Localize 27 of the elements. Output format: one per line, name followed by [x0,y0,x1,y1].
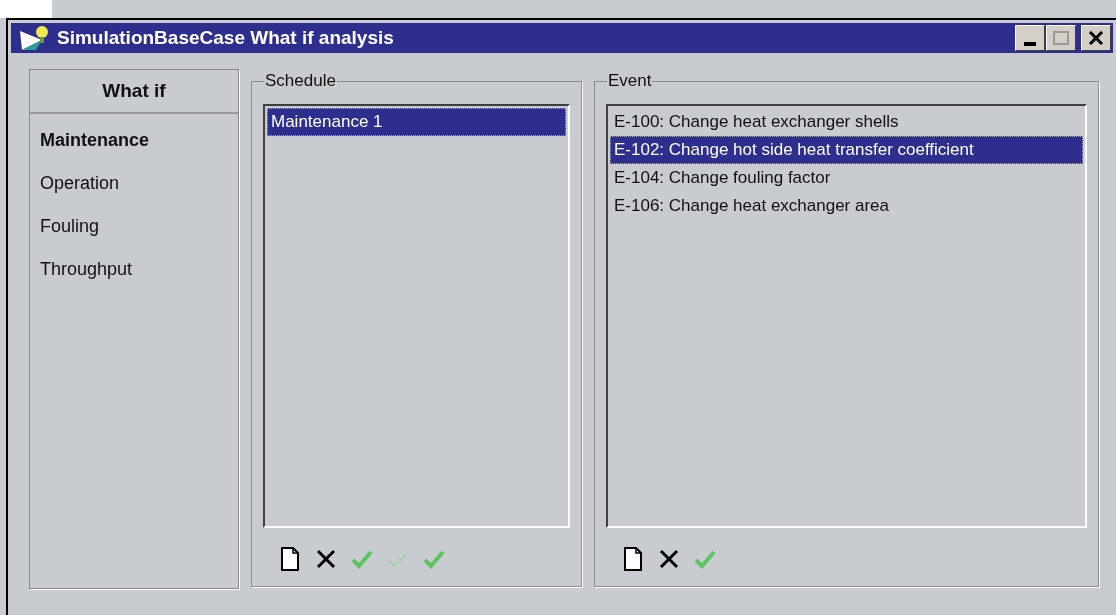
document-icon [624,547,642,571]
cross-icon [658,548,680,570]
list-item[interactable]: E-100: Change heat exchanger shells [610,108,1083,136]
document-icon [281,547,299,571]
minimize-icon [1024,42,1036,46]
background-panel [0,0,52,18]
check-icon [693,549,717,569]
minimize-button[interactable] [1015,25,1045,51]
check-icon [350,549,374,569]
list-item[interactable]: E-104: Change fouling factor [610,164,1083,192]
close-button[interactable] [1081,25,1111,51]
sidebar-item[interactable]: Fouling [40,210,238,243]
cross-icon [315,548,337,570]
sidebar-item[interactable]: Maintenance [40,124,238,157]
sidebar-item[interactable]: Throughput [40,253,238,286]
sidebar-header: What if [30,70,238,114]
list-item[interactable]: Maintenance 1 [267,108,566,136]
sidebar-item[interactable]: Operation [40,167,238,200]
app-icon [19,25,51,51]
maximize-icon [1053,31,1069,45]
list-item[interactable]: E-102: Change hot side heat transfer coefficient [610,136,1083,164]
window-title: SimulationBaseCase What if analysis [57,25,394,50]
check-icon [422,549,446,569]
list-item[interactable]: E-106: Change heat exchanger area [610,192,1083,220]
close-icon [1088,31,1104,45]
check-icon [386,549,410,569]
maximize-button[interactable] [1046,25,1076,51]
